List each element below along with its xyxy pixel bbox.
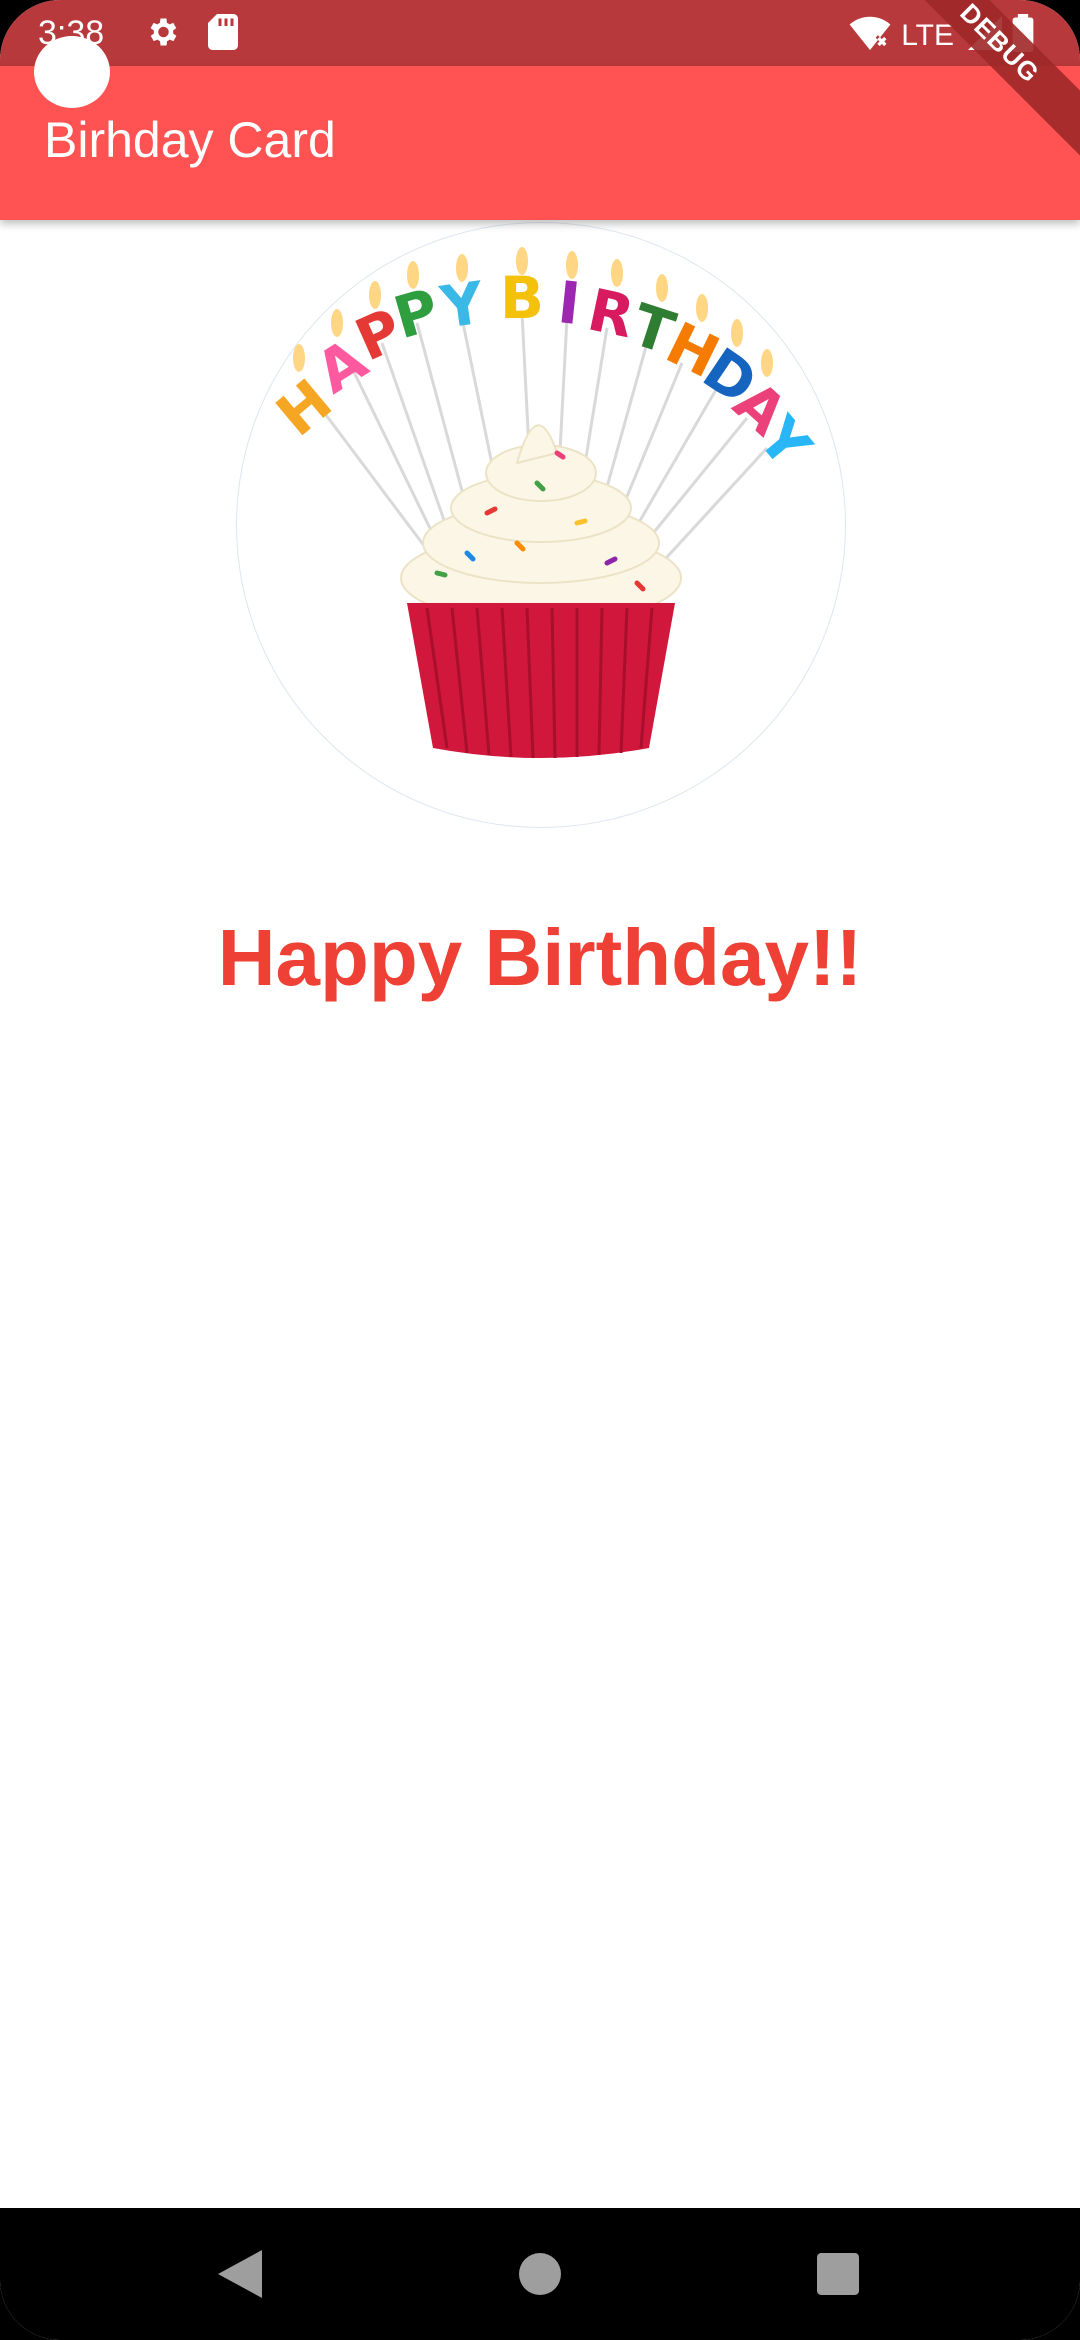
app-bar: Birhday Card (0, 66, 1080, 220)
app-title: Birhday Card (44, 112, 336, 168)
status-icons-left (144, 14, 238, 55)
settings-gear-icon (144, 14, 180, 55)
recents-icon[interactable] (808, 2244, 868, 2304)
birthday-cupcake-image: H A P P Y B I R T H D A Y (236, 222, 846, 828)
birthday-headline: Happy Birthday!! (217, 913, 863, 1002)
recording-indicator (34, 36, 110, 108)
sd-card-icon (208, 14, 238, 55)
svg-text:I: I (555, 268, 584, 338)
status-bar: 3:38 LTE (0, 0, 1080, 66)
system-nav-bar (0, 2208, 1080, 2340)
home-icon[interactable] (510, 2244, 570, 2304)
app-screen: 3:38 LTE Birhday Card DEBUG H A P P Y B … (0, 0, 1080, 2340)
cupcake-illustration: H A P P Y B I R T H D A Y (264, 247, 825, 759)
wifi-icon (849, 16, 891, 55)
network-label: LTE (901, 18, 954, 52)
back-icon[interactable] (210, 2244, 270, 2304)
